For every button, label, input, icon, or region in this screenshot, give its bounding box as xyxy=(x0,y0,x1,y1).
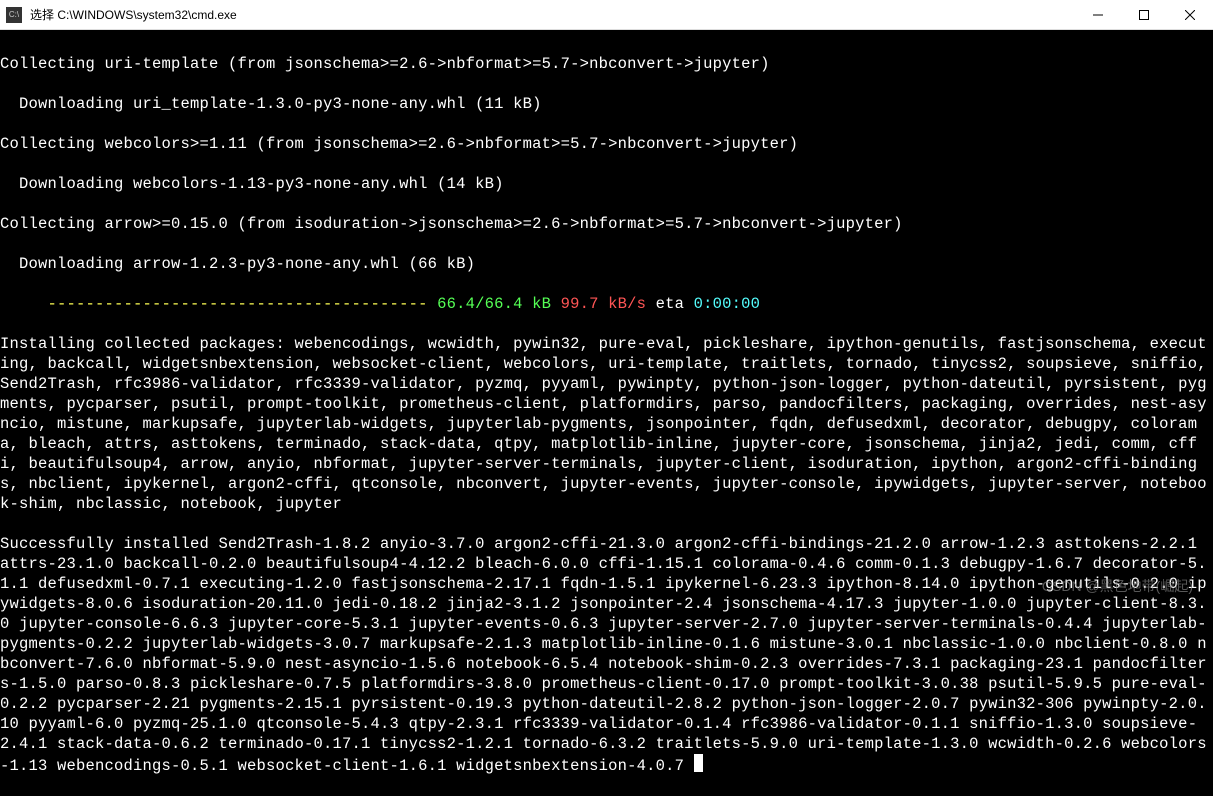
output-line: Collecting uri-template (from jsonschema… xyxy=(0,54,1213,74)
progress-bar: ---------------------------------------- xyxy=(0,295,437,313)
progress-line: ----------------------------------------… xyxy=(0,294,1213,314)
output-line: Downloading uri_template-1.3.0-py3-none-… xyxy=(0,94,1213,114)
output-line: Downloading arrow-1.2.3-py3-none-any.whl… xyxy=(0,254,1213,274)
output-line: Downloading webcolors-1.13-py3-none-any.… xyxy=(0,174,1213,194)
window-title: 选择 C:\WINDOWS\system32\cmd.exe xyxy=(30,6,1075,23)
output-line: Collecting arrow>=0.15.0 (from isodurati… xyxy=(0,214,1213,234)
output-line: Collecting webcolors>=1.11 (from jsonsch… xyxy=(0,134,1213,154)
terminal-output[interactable]: Collecting uri-template (from jsonschema… xyxy=(0,30,1213,796)
window-titlebar: C:\ 选择 C:\WINDOWS\system32\cmd.exe xyxy=(0,0,1213,30)
maximize-button[interactable] xyxy=(1121,0,1167,30)
cmd-icon: C:\ xyxy=(6,7,22,23)
installing-line: Installing collected packages: webencodi… xyxy=(0,334,1213,514)
success-text: Successfully installed Send2Trash-1.8.2 … xyxy=(0,535,1207,775)
progress-speed: 99.7 kB/s xyxy=(551,295,646,313)
minimize-button[interactable] xyxy=(1075,0,1121,30)
success-line: Successfully installed Send2Trash-1.8.2 … xyxy=(0,534,1213,776)
eta-label: eta xyxy=(646,295,694,313)
eta-value: 0:00:00 xyxy=(694,295,761,313)
close-button[interactable] xyxy=(1167,0,1213,30)
watermark-text: CSDN @黑色地带(崛起) xyxy=(1042,576,1193,596)
cursor xyxy=(694,754,703,772)
progress-size: 66.4/66.4 kB xyxy=(437,295,551,313)
window-controls xyxy=(1075,0,1213,30)
